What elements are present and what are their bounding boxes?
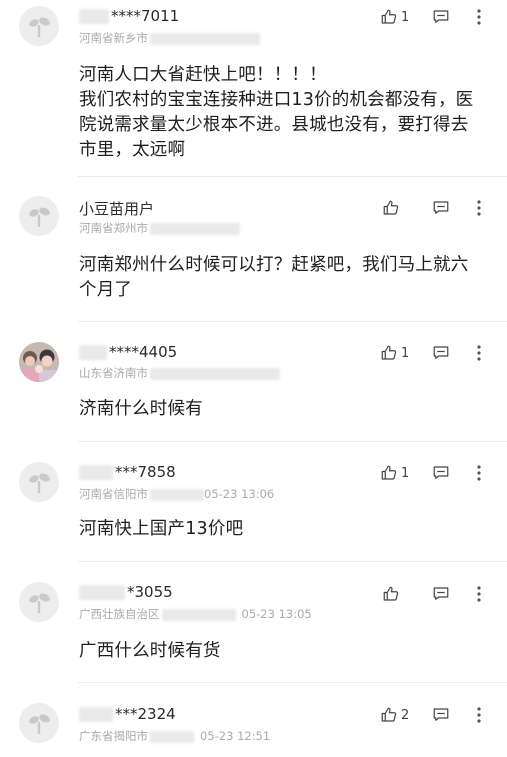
comment-item: ****7011 河南省新乡市 1 河南人口大省赶快上吧！！！！ 我们农村的宝宝…	[0, 0, 507, 175]
more-vertical-icon	[477, 345, 481, 361]
username[interactable]: ***7858	[79, 463, 176, 481]
user-photo-avatar	[19, 342, 59, 382]
more-options-button[interactable]	[476, 585, 482, 603]
comment-item: 小豆苗用户 河南省郑州市 河南郑州什么时候可以打？赶紧吧，我们马上就六个月了	[0, 190, 507, 320]
location: 广西壮族自治区 05-23 13:05	[79, 606, 312, 622]
thumbs-up-icon	[381, 345, 397, 360]
like-button[interactable]	[382, 199, 400, 217]
thumbs-up-icon	[383, 586, 399, 601]
comment-icon	[433, 346, 449, 359]
comment-item: ***7858 河南省信阳市 05-23 13:06 1 河南快上国产13价吧	[0, 456, 507, 556]
like-button[interactable]	[382, 585, 400, 603]
like-button[interactable]: 2	[380, 706, 409, 724]
reply-button[interactable]	[432, 464, 450, 482]
divider	[78, 441, 507, 442]
divider	[78, 176, 507, 177]
reply-button[interactable]	[432, 344, 450, 362]
location-text: 河南省郑州市	[79, 221, 148, 235]
avatar[interactable]	[19, 582, 59, 622]
comment-text: 济南什么时候有	[79, 399, 203, 419]
username-text: ****7011	[111, 7, 180, 25]
username[interactable]: ****7011	[79, 7, 179, 25]
username[interactable]: 小豆苗用户	[79, 198, 154, 219]
thumbs-up-icon	[381, 9, 397, 24]
comment-text: 河南快上国产13价吧	[79, 519, 244, 539]
comment-text: 河南人口大省赶快上吧！！！！ 我们农村的宝宝连接种进口13价的机会都没有，医院说…	[79, 65, 474, 160]
avatar[interactable]	[19, 196, 59, 236]
username-text: ***2324	[115, 705, 176, 723]
sprout-avatar-icon	[19, 582, 59, 622]
more-options-button[interactable]	[476, 8, 482, 26]
more-options-button[interactable]	[476, 344, 482, 362]
comment-icon	[433, 466, 449, 479]
reply-button[interactable]	[432, 199, 450, 217]
more-vertical-icon	[477, 707, 481, 723]
divider	[78, 561, 507, 562]
timestamp: 05-23 12:51	[200, 729, 271, 743]
comment-icon	[433, 201, 449, 214]
thumbs-up-icon	[383, 200, 399, 215]
username[interactable]: ***2324	[79, 705, 176, 723]
location-text: 河南省信阳市	[79, 487, 148, 501]
location: 山东省济南市	[79, 365, 280, 381]
more-vertical-icon	[477, 586, 481, 602]
more-options-button[interactable]	[476, 706, 482, 724]
like-count: 1	[401, 345, 410, 361]
comment-item: ***2324 广东省揭阳市 05-23 12:51 2	[0, 697, 507, 757]
location-text: 山东省济南市	[79, 366, 148, 380]
comment-item: ****4405 山东省济南市 1 济南什么时候有	[0, 336, 507, 436]
location-text: 广东省揭阳市	[79, 729, 148, 743]
thumbs-up-icon	[381, 707, 397, 722]
location-text: 河南省新乡市	[79, 31, 148, 45]
location: 河南省信阳市 05-23 13:06	[79, 486, 274, 502]
location-text: 广西壮族自治区	[79, 607, 160, 621]
reply-button[interactable]	[432, 706, 450, 724]
location: 广东省揭阳市 05-23 12:51	[79, 728, 270, 744]
location: 河南省新乡市	[79, 30, 260, 46]
username-text: ****4405	[109, 343, 178, 361]
thumbs-up-icon	[381, 465, 397, 480]
like-button[interactable]: 1	[380, 344, 409, 362]
like-button[interactable]: 1	[380, 8, 409, 26]
avatar[interactable]	[19, 6, 59, 46]
username[interactable]: ****4405	[79, 343, 177, 361]
more-vertical-icon	[477, 9, 481, 25]
username-text: 小豆苗用户	[79, 200, 155, 218]
comment-text: 广西什么时候有货	[79, 641, 221, 661]
timestamp: 05-23 13:06	[204, 487, 275, 501]
like-count: 1	[401, 9, 410, 25]
like-count: 1	[401, 465, 410, 481]
more-options-button[interactable]	[476, 464, 482, 482]
comment-icon	[433, 708, 449, 721]
avatar[interactable]	[19, 342, 59, 382]
sprout-avatar-icon	[19, 196, 59, 236]
timestamp: 05-23 13:05	[241, 607, 312, 621]
more-vertical-icon	[477, 465, 481, 481]
username-text: *3055	[127, 583, 173, 601]
comment-text: 河南郑州什么时候可以打？赶紧吧，我们马上就六个月了	[79, 255, 469, 300]
more-options-button[interactable]	[476, 199, 482, 217]
reply-button[interactable]	[432, 8, 450, 26]
comment-item: *3055 广西壮族自治区 05-23 13:05 广西什么时候有货	[0, 576, 507, 676]
location: 河南省郑州市	[79, 220, 240, 236]
like-count: 2	[401, 707, 410, 723]
username-text: ***7858	[115, 463, 176, 481]
sprout-avatar-icon	[19, 703, 59, 743]
sprout-avatar-icon	[19, 6, 59, 46]
username[interactable]: *3055	[79, 583, 173, 601]
avatar[interactable]	[19, 462, 59, 502]
divider	[78, 321, 507, 322]
reply-button[interactable]	[432, 585, 450, 603]
sprout-avatar-icon	[19, 462, 59, 502]
like-button[interactable]: 1	[380, 464, 409, 482]
avatar[interactable]	[19, 703, 59, 743]
divider	[78, 682, 507, 683]
comment-icon	[433, 587, 449, 600]
more-vertical-icon	[477, 200, 481, 216]
comment-icon	[433, 10, 449, 23]
